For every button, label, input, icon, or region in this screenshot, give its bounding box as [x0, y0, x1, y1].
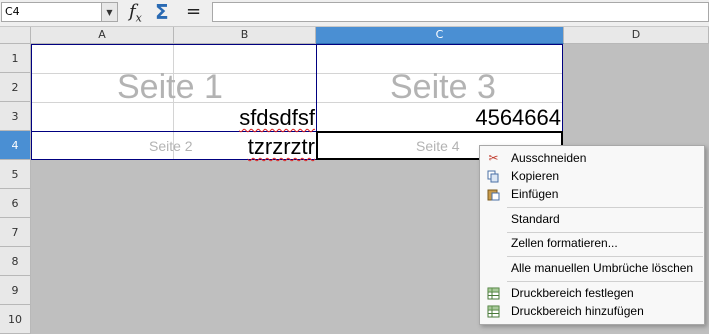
- menu-item-copy[interactable]: Kopieren: [480, 167, 704, 186]
- row-header-2[interactable]: 2: [0, 73, 31, 102]
- copy-icon: [487, 170, 500, 183]
- print-range-cells[interactable]: Seite 1 Seite 3 Seite 2 Seite 4 sfdsdfsf…: [31, 44, 563, 160]
- scissors-icon: ✂: [488, 151, 499, 165]
- formula-bar: C4 ▼ fx Σ =: [0, 0, 709, 27]
- menu-separator: [507, 207, 703, 208]
- paste-icon: [487, 188, 500, 201]
- menu-item-delete-breaks[interactable]: Alle manuellen Umbrüche löschen: [480, 259, 704, 278]
- chevron-down-icon[interactable]: ▼: [101, 3, 117, 21]
- menu-separator: [507, 256, 703, 257]
- page-1-watermark: Seite 1: [117, 68, 223, 106]
- menu-item-label: Zellen formatieren...: [511, 236, 618, 250]
- row-header-6[interactable]: 6: [0, 189, 31, 218]
- cell-b3[interactable]: sfdsdfsf: [239, 105, 315, 131]
- row-header-7[interactable]: 7: [0, 218, 31, 247]
- menu-item-label: Druckbereich festlegen: [511, 286, 634, 300]
- row-header-10[interactable]: 10: [0, 305, 31, 334]
- select-all-corner[interactable]: [0, 27, 31, 44]
- row-header-5[interactable]: 5: [0, 160, 31, 189]
- menu-separator: [507, 281, 703, 282]
- column-header-b[interactable]: B: [174, 27, 316, 44]
- menu-item-label: Einfügen: [511, 187, 559, 201]
- cell-b4[interactable]: tzrzrztr: [248, 134, 315, 160]
- menu-item-format-cells[interactable]: Zellen formatieren...: [480, 234, 704, 253]
- menu-item-label: Kopieren: [511, 169, 560, 183]
- menu-item-default[interactable]: Standard: [480, 210, 704, 229]
- column-header-a[interactable]: A: [31, 27, 174, 44]
- menu-separator: [507, 232, 703, 233]
- menu-item-label: Standard: [511, 212, 560, 226]
- cell-c3[interactable]: 4564664: [475, 105, 561, 131]
- row-header-4[interactable]: 4: [0, 131, 31, 160]
- column-header-d[interactable]: D: [564, 27, 709, 44]
- equals-icon[interactable]: =: [186, 1, 201, 22]
- menu-item-label: Alle manuellen Umbrüche löschen: [511, 261, 694, 275]
- formula-input[interactable]: [212, 2, 709, 22]
- menu-item-paste[interactable]: Einfügen: [480, 185, 704, 204]
- table-icon: [487, 287, 500, 300]
- table-icon: [487, 305, 500, 318]
- row-header-1[interactable]: 1: [0, 44, 31, 73]
- page-3-watermark: Seite 3: [390, 68, 496, 106]
- fx-icon[interactable]: fx: [129, 1, 142, 25]
- name-box-value[interactable]: C4: [5, 5, 20, 18]
- menu-item-define-print-range[interactable]: Druckbereich festlegen: [480, 284, 704, 303]
- row-header-3[interactable]: 3: [0, 102, 31, 131]
- page-2-watermark: Seite 2: [149, 138, 193, 154]
- column-header-c[interactable]: C: [316, 27, 564, 44]
- menu-item-label: Druckbereich hinzufügen: [511, 304, 644, 318]
- sigma-icon[interactable]: Σ: [155, 0, 169, 24]
- context-menu: ✂ Ausschneiden Kopieren Einfügen Standar…: [479, 145, 705, 325]
- row-header-9[interactable]: 9: [0, 276, 31, 305]
- menu-item-label: Ausschneiden: [511, 151, 587, 165]
- row-header-8[interactable]: 8: [0, 247, 31, 276]
- menu-item-add-print-range[interactable]: Druckbereich hinzufügen: [480, 302, 704, 321]
- menu-item-cut[interactable]: ✂ Ausschneiden: [480, 149, 704, 168]
- name-box[interactable]: C4 ▼: [1, 2, 118, 22]
